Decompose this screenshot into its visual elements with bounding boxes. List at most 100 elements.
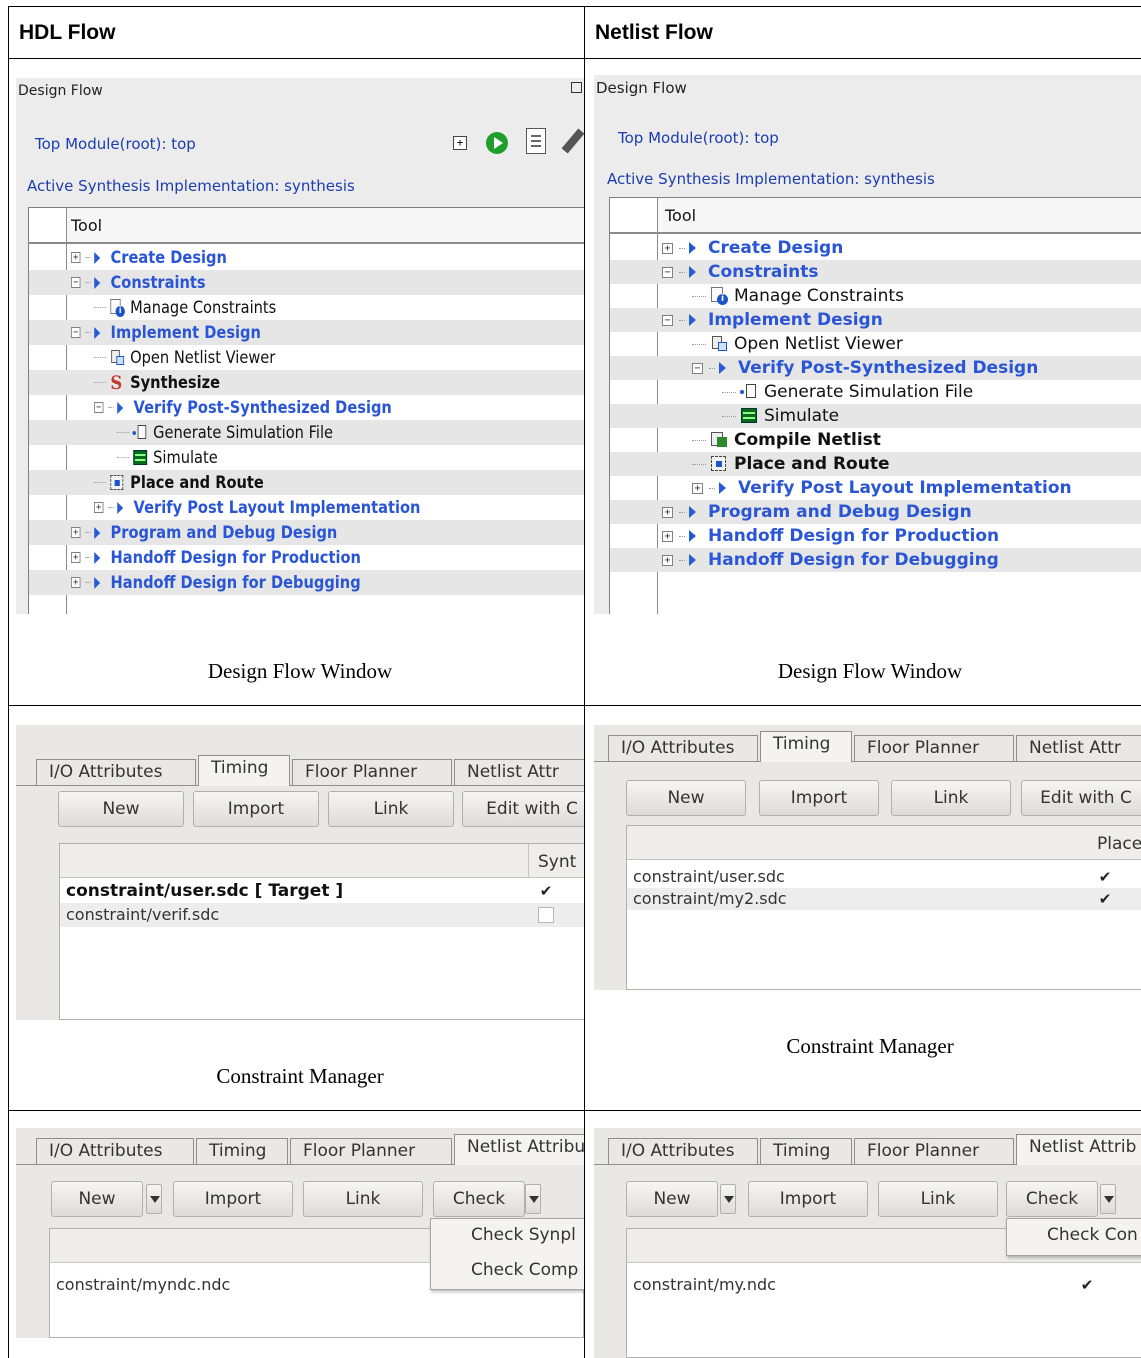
table-row[interactable]: constraint/user.sdc ✔ — [627, 866, 1141, 888]
tab-floor-planner[interactable]: Floor Planner — [854, 735, 1014, 761]
tab-i-o-attributes[interactable]: I/O Attributes — [36, 759, 196, 785]
tab-floor-planner[interactable]: Floor Planner — [292, 759, 452, 785]
expand-icon[interactable]: + — [71, 552, 81, 563]
tab-floor-planner[interactable]: Floor Planner — [854, 1138, 1014, 1164]
tree-row[interactable]: − Implement Design — [610, 308, 1141, 332]
expand-icon[interactable]: + — [662, 242, 673, 254]
check-button[interactable]: Check — [1006, 1181, 1098, 1217]
import-button[interactable]: Import — [193, 791, 319, 827]
checked-checkbox[interactable]: ✔ — [1097, 891, 1113, 907]
tab-netlist-attr[interactable]: Netlist Attr — [1016, 735, 1141, 761]
tab-netlist-attr[interactable]: Netlist Attr — [454, 759, 584, 785]
tree-row[interactable]: + Program and Debug Design — [29, 520, 584, 545]
wrench-icon[interactable] — [561, 128, 584, 154]
tree-row[interactable]: Generate Simulation File — [29, 420, 584, 445]
expand-icon[interactable]: + — [94, 502, 104, 513]
tree-row[interactable]: Open Netlist Viewer — [610, 332, 1141, 356]
tree-row[interactable]: + Create Design — [610, 236, 1141, 260]
tab-netlist-attrib[interactable]: Netlist Attrib — [1016, 1134, 1141, 1165]
check-button[interactable]: Check — [433, 1181, 525, 1217]
edit-with-c-button[interactable]: Edit with C — [462, 791, 584, 827]
tree-row[interactable]: S Synthesize — [29, 370, 584, 395]
import-button[interactable]: Import — [759, 780, 879, 816]
tree-row[interactable]: + Handoff Design for Debugging — [610, 548, 1141, 572]
tree-row[interactable]: + Handoff Design for Production — [610, 524, 1141, 548]
tree-item-label: Constraints — [708, 262, 819, 282]
tree-row[interactable]: Open Netlist Viewer — [29, 345, 584, 370]
tab-netlist-attribu[interactable]: Netlist Attribu — [454, 1134, 584, 1165]
tree-row[interactable]: Generate Simulation File — [610, 380, 1141, 404]
expand-icon[interactable]: + — [71, 252, 81, 263]
tree-row[interactable]: + Verify Post Layout Implementation — [610, 476, 1141, 500]
collapse-icon[interactable]: − — [71, 277, 81, 288]
collapse-icon[interactable]: − — [94, 402, 104, 413]
dropdown-arrow-icon[interactable] — [720, 1184, 736, 1214]
collapse-icon[interactable]: − — [662, 314, 673, 326]
tree-row[interactable]: + Create Design — [29, 245, 584, 270]
collapse-icon[interactable]: − — [692, 362, 703, 374]
expand-all-icon[interactable]: + — [453, 136, 467, 150]
tree-row[interactable]: − Verify Post-Synthesized Design — [29, 395, 584, 420]
link-button[interactable]: Link — [328, 791, 454, 827]
link-button[interactable]: Link — [303, 1181, 423, 1217]
import-button[interactable]: Import — [173, 1181, 293, 1217]
table-row[interactable]: constraint/user.sdc [ Target ] ✔ — [60, 879, 584, 903]
checked-checkbox[interactable]: ✔ — [538, 883, 554, 899]
tree-row[interactable]: Simulate — [29, 445, 584, 470]
tab-i-o-attributes[interactable]: I/O Attributes — [36, 1138, 194, 1164]
float-window-icon[interactable] — [571, 82, 582, 93]
new-button[interactable]: New — [626, 780, 746, 816]
tree-row[interactable]: + Program and Debug Design — [610, 500, 1141, 524]
tree-row[interactable]: Place and Route — [610, 452, 1141, 476]
collapse-icon[interactable]: − — [71, 327, 81, 338]
tree-row[interactable]: + Handoff Design for Debugging — [29, 570, 584, 595]
tree-row[interactable]: Simulate — [610, 404, 1141, 428]
tree-row[interactable]: i Manage Constraints — [29, 295, 584, 320]
link-button[interactable]: Link — [891, 780, 1011, 816]
dropdown-arrow-icon[interactable] — [525, 1184, 541, 1214]
tab-timing[interactable]: Timing — [760, 1138, 852, 1164]
table-row[interactable]: constraint/verif.sdc — [60, 903, 584, 927]
edit-with-c-button[interactable]: Edit with C — [1021, 780, 1141, 816]
expand-icon[interactable]: + — [71, 527, 81, 538]
expand-icon[interactable]: + — [662, 506, 673, 518]
expand-icon[interactable]: + — [662, 554, 673, 566]
tab-i-o-attributes[interactable]: I/O Attributes — [608, 1138, 758, 1164]
tree-row[interactable]: + Verify Post Layout Implementation — [29, 495, 584, 520]
tab-timing[interactable]: Timing — [760, 731, 852, 762]
list-header: Place — [627, 826, 1141, 860]
tab-timing[interactable]: Timing — [198, 755, 290, 786]
menu-item-check-synpl[interactable]: Check Synpl — [431, 1219, 584, 1254]
expand-icon[interactable]: + — [71, 577, 81, 588]
new-button[interactable]: New — [51, 1181, 143, 1217]
import-button[interactable]: Import — [748, 1181, 868, 1217]
tree-row[interactable]: + Handoff Design for Production — [29, 545, 584, 570]
table-row[interactable]: constraint/my2.sdc ✔ — [627, 888, 1141, 910]
link-button[interactable]: Link — [878, 1181, 998, 1217]
report-icon[interactable] — [526, 128, 546, 154]
expand-icon[interactable]: + — [662, 530, 673, 542]
table-row[interactable]: constraint/my.ndc ✔ — [627, 1265, 1141, 1305]
menu-item-check-con[interactable]: Check Con — [1007, 1219, 1141, 1254]
expand-icon[interactable]: + — [692, 482, 703, 494]
tab-floor-planner[interactable]: Floor Planner — [290, 1138, 452, 1164]
dropdown-arrow-icon[interactable] — [146, 1184, 162, 1214]
tree-row[interactable]: i Manage Constraints — [610, 284, 1141, 308]
run-icon[interactable] — [486, 132, 508, 154]
new-button[interactable]: New — [626, 1181, 718, 1217]
checked-checkbox[interactable]: ✔ — [1097, 869, 1113, 885]
tab-i-o-attributes[interactable]: I/O Attributes — [608, 735, 758, 761]
tab-timing[interactable]: Timing — [196, 1138, 288, 1164]
tree-row[interactable]: − Constraints — [610, 260, 1141, 284]
tree-row[interactable]: Place and Route — [29, 470, 584, 495]
tree-row[interactable]: − Verify Post-Synthesized Design — [610, 356, 1141, 380]
dropdown-arrow-icon[interactable] — [1100, 1184, 1116, 1214]
checked-checkbox[interactable]: ✔ — [1079, 1277, 1095, 1293]
new-button[interactable]: New — [58, 791, 184, 827]
tree-row[interactable]: Compile Netlist — [610, 428, 1141, 452]
collapse-icon[interactable]: − — [662, 266, 673, 278]
tree-row[interactable]: − Constraints — [29, 270, 584, 295]
unchecked-checkbox[interactable] — [538, 907, 554, 923]
tree-row[interactable]: − Implement Design — [29, 320, 584, 345]
menu-item-check-comp[interactable]: Check Comp — [431, 1254, 584, 1289]
